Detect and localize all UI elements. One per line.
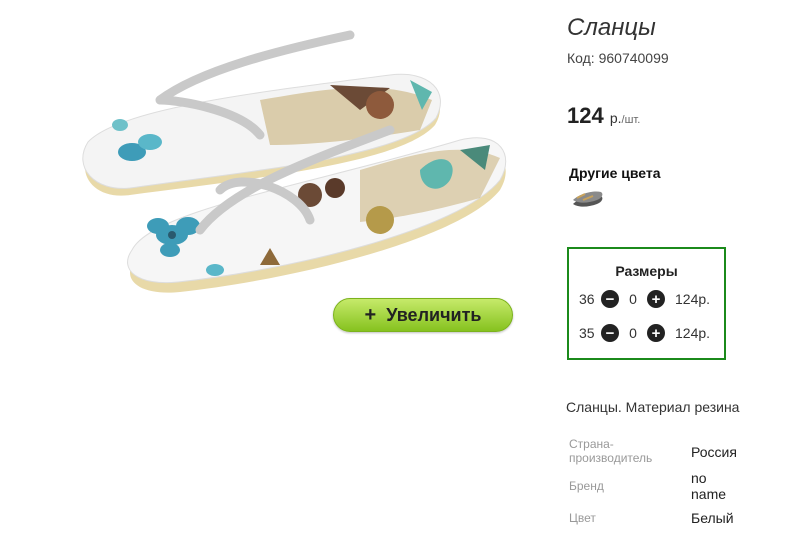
increase-quantity-button[interactable]: + xyxy=(647,324,665,342)
quantity-value: 0 xyxy=(629,291,637,307)
price-currency: р. xyxy=(609,110,622,126)
product-code: Код: 960740099 xyxy=(567,50,669,66)
size-price: 124р. xyxy=(675,291,711,307)
product-image xyxy=(82,30,507,293)
price-value: 124 xyxy=(567,103,604,128)
increase-quantity-button[interactable]: + xyxy=(647,290,665,308)
size-value: 36 xyxy=(579,291,595,307)
sizes-title: Размеры xyxy=(615,263,678,279)
size-value: 35 xyxy=(579,325,595,341)
quantity-value: 0 xyxy=(629,325,637,341)
other-colors-label: Другие цвета xyxy=(569,165,661,181)
size-row: 36 − 0 + 124р. xyxy=(579,289,710,309)
size-price: 124р. xyxy=(675,325,711,341)
product-title: Сланцы xyxy=(567,14,656,41)
spec-value-country: Россия xyxy=(691,444,737,460)
spec-label-country: Страна-производитель xyxy=(569,437,653,465)
decrease-quantity-button[interactable]: − xyxy=(601,324,619,342)
spec-label-color: Цвет xyxy=(569,511,596,525)
spec-label-brand: Бренд xyxy=(569,479,604,493)
decrease-quantity-button[interactable]: − xyxy=(601,290,619,308)
plus-icon: + xyxy=(364,303,377,326)
spec-value-color: Белый xyxy=(691,510,734,526)
product-price: 124 р./шт. xyxy=(567,103,640,129)
sizes-panel: Размеры 36 − 0 + 124р. 35 − 0 + 124р. xyxy=(567,247,726,360)
color-variant-thumbnail[interactable] xyxy=(571,188,605,212)
price-unit: /шт. xyxy=(621,114,641,126)
zoom-button[interactable]: + Увеличить xyxy=(333,298,513,332)
size-row: 35 − 0 + 124р. xyxy=(579,323,710,343)
zoom-button-label: Увеличить xyxy=(386,304,482,325)
spec-value-brand: no name xyxy=(691,470,727,502)
product-description: Сланцы. Материал резина xyxy=(566,399,740,415)
